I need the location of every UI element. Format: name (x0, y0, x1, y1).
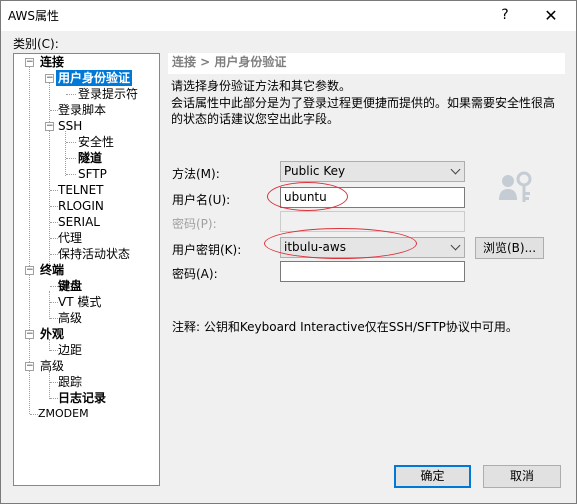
collapse-icon[interactable]: − (25, 330, 34, 339)
userkey-select[interactable]: itbulu-aws (280, 237, 465, 258)
browse-button[interactable]: 浏览(B)... (475, 237, 544, 259)
tree-item-vt-mode[interactable]: VT 模式 (56, 294, 103, 310)
username-input[interactable]: ubuntu (280, 187, 465, 208)
passphrase-input[interactable] (280, 261, 465, 282)
collapse-icon[interactable]: − (25, 58, 34, 67)
user-key-icon (499, 171, 532, 202)
ok-button[interactable]: 确定 (394, 465, 471, 488)
collapse-icon[interactable]: − (45, 74, 54, 83)
password-label: 密码(P): (172, 217, 217, 231)
tree-item-margins[interactable]: 边距 (56, 342, 84, 358)
collapse-icon[interactable]: − (45, 122, 54, 131)
tree-line (66, 158, 76, 159)
tree-item-advanced[interactable]: 高级 (38, 358, 66, 374)
tree-item-rlogin[interactable]: RLOGIN (56, 198, 106, 214)
tree-item-logging[interactable]: 日志记录 (56, 390, 108, 406)
username-label: 用户名(U): (172, 193, 231, 207)
tree-item-advanced-term[interactable]: 高级 (56, 310, 84, 326)
note-text: 注释: 公钥和Keyboard Interactive仅在SSH/SFTP协议中… (172, 320, 518, 334)
tree-item-ssh[interactable]: SSH (56, 118, 84, 134)
tree-item-auth[interactable]: 用户身份验证 (56, 70, 133, 86)
tree-item-keyboard[interactable]: 键盘 (56, 278, 84, 294)
tree-item-serial[interactable]: SERIAL (56, 214, 102, 230)
userkey-value: itbulu-aws (284, 240, 346, 254)
category-label: 类别(C): (13, 37, 59, 51)
userkey-label: 用户密钥(K): (172, 243, 242, 257)
tree-line (49, 371, 50, 399)
method-select[interactable]: Public Key (280, 161, 465, 182)
tree-item-telnet[interactable]: TELNET (56, 182, 106, 198)
tree-item-connect[interactable]: 连接 (38, 54, 66, 70)
window-title: AWS属性 (8, 9, 60, 23)
tree-line (65, 131, 66, 176)
tree-item-login-script[interactable]: 登录脚本 (56, 102, 108, 118)
method-label: 方法(M): (172, 167, 220, 181)
tree-item-keepalive[interactable]: 保持活动状态 (56, 246, 132, 262)
section-header: 连接 > 用户身份验证 (168, 53, 565, 74)
tree-item-terminal[interactable]: 终端 (38, 262, 66, 278)
passphrase-label: 密码(A): (172, 267, 218, 281)
chevron-down-icon (450, 240, 461, 251)
tree-line (66, 94, 76, 95)
tree-line (66, 142, 76, 143)
tree-item-login-prompts[interactable]: 登录提示符 (76, 86, 140, 102)
collapse-icon[interactable]: − (25, 362, 34, 371)
tree-item-proxy[interactable]: 代理 (56, 230, 84, 246)
tree-item-zmodem[interactable]: ZMODEM (36, 406, 91, 422)
chevron-down-icon (450, 164, 461, 175)
description-line2: 会话属性中此部分是为了登录过程更便捷而提供的。如果需要安全性很高的状态的话建议您… (171, 96, 556, 126)
password-input[interactable] (280, 211, 465, 232)
tree-item-security[interactable]: 安全性 (76, 134, 116, 150)
tree-line (49, 291, 50, 319)
category-tree[interactable]: − 连接 − 用户身份验证 登录提示符 登录脚本 − SSH 安全性 隧道 SF… (13, 53, 160, 486)
tree-item-tunnel[interactable]: 隧道 (76, 150, 104, 166)
cancel-button[interactable]: 取消 (483, 465, 561, 488)
method-value: Public Key (284, 164, 346, 178)
tree-item-sftp[interactable]: SFTP (76, 166, 109, 182)
tree-item-appearance[interactable]: 外观 (38, 326, 66, 342)
close-button[interactable]: ✕ (537, 3, 565, 27)
title-bar: AWS属性 ? ✕ (0, 0, 577, 31)
tree-line (66, 174, 76, 175)
description-line1: 请选择身份验证方法和其它参数。 (171, 79, 352, 93)
collapse-icon[interactable]: − (25, 266, 34, 275)
help-button[interactable]: ? (491, 3, 519, 27)
tree-item-trace[interactable]: 跟踪 (56, 374, 84, 390)
